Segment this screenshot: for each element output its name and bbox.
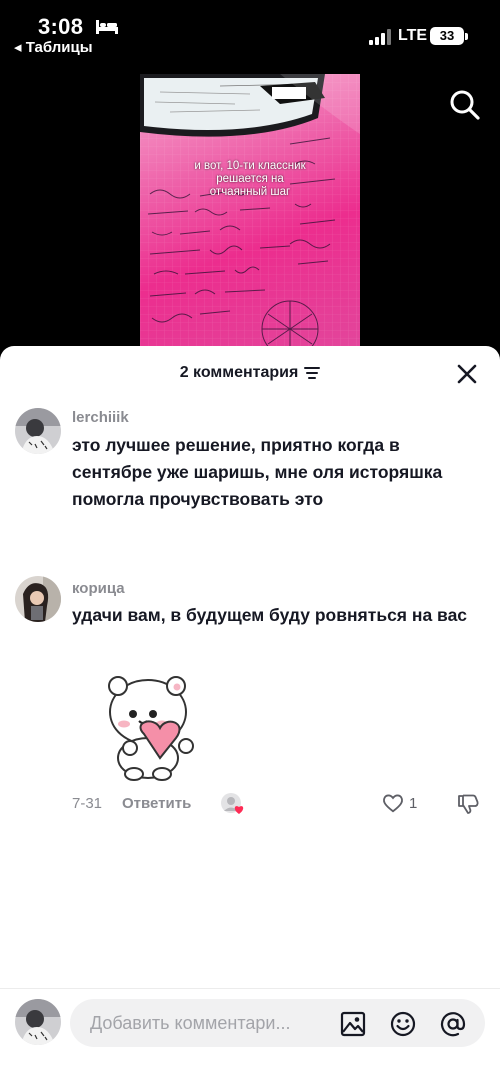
image-icon[interactable] xyxy=(340,1011,366,1037)
comment-username[interactable]: lerchiiik xyxy=(72,409,129,426)
sleep-bed-icon xyxy=(96,20,118,34)
mention-at-icon[interactable] xyxy=(440,1011,466,1037)
close-icon[interactable] xyxy=(455,362,479,386)
current-user-avatar xyxy=(15,999,61,1045)
reply-button[interactable]: Ответить xyxy=(122,795,191,812)
search-icon[interactable] xyxy=(448,88,482,122)
bear-heart-sticker xyxy=(108,676,194,781)
comment-count-label: 2 комментария xyxy=(179,364,299,381)
creator-liked-icon xyxy=(221,793,244,814)
add-comment-input[interactable]: Добавить комментари... xyxy=(70,999,485,1047)
comments-header: 2 комментария xyxy=(0,346,500,400)
back-to-app-link[interactable]: ◂ Таблицы xyxy=(14,38,93,56)
like-count: 1 xyxy=(409,795,418,812)
comment-meta-row: 7-31 Ответить 1 xyxy=(0,792,500,816)
battery-indicator: 33 xyxy=(430,27,464,45)
comment-date: 7-31 xyxy=(72,795,103,812)
comment-text: удачи вам, в будущем буду ровняться на в… xyxy=(72,605,468,625)
comment-username[interactable]: корица xyxy=(72,580,125,597)
network-type: LTE xyxy=(398,27,428,44)
comment-item: lerchiiik это лучшее решение, приятно ко… xyxy=(0,404,500,524)
thumbs-down-icon[interactable] xyxy=(456,792,480,816)
input-placeholder: Добавить комментари... xyxy=(90,1013,291,1033)
comment-item: корица удачи вам, в будущем буду ровнять… xyxy=(0,576,500,666)
user-avatar[interactable] xyxy=(15,408,61,454)
heart-like-icon[interactable] xyxy=(382,792,404,814)
comment-input-bar: Добавить комментари... xyxy=(0,988,500,1084)
status-time: 3:08 xyxy=(38,14,84,39)
comment-text: это лучшее решение, приятно когда в сент… xyxy=(72,435,443,509)
comment-count-title[interactable]: 2 комментария xyxy=(0,364,500,382)
emoji-icon[interactable] xyxy=(390,1011,416,1037)
video-preview[interactable]: и вот, 10-ти классник решается на отчаян… xyxy=(140,74,360,354)
battery-tip xyxy=(465,33,468,40)
sort-filter-icon[interactable] xyxy=(304,366,321,380)
video-caption: и вот, 10-ти классник решается на отчаян… xyxy=(194,160,306,198)
cellular-signal-icon xyxy=(369,29,391,45)
status-bar: 3:08 ◂ Таблицы LTE 33 xyxy=(0,0,500,60)
user-avatar[interactable] xyxy=(15,576,61,622)
math-notebook-image xyxy=(140,74,360,354)
